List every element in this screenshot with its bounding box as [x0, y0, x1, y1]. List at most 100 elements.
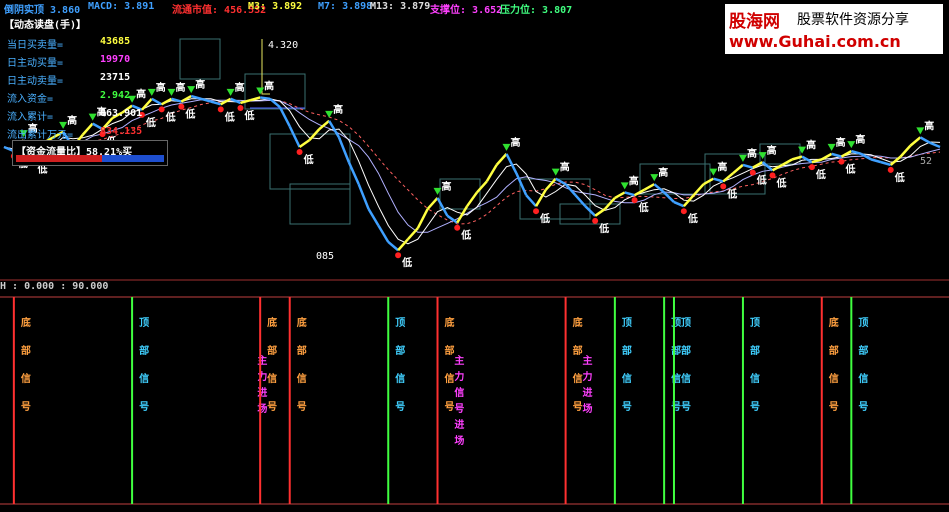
- low-label: 低: [165, 110, 176, 123]
- peak-marker: [650, 174, 659, 182]
- price-segment: [624, 191, 635, 197]
- signal-char: 信: [573, 372, 583, 385]
- trough-marker: [395, 252, 402, 259]
- peak-marker: [847, 141, 856, 149]
- signal-char: 底: [297, 316, 307, 329]
- peak-marker: [620, 182, 629, 190]
- panel-row-value: 23715: [100, 72, 131, 83]
- signal-char: 部: [829, 344, 839, 357]
- signal-char: 信: [395, 372, 405, 385]
- low-label: 低: [815, 168, 826, 181]
- panel-row-value: 19970: [100, 54, 131, 65]
- signal-char: 号: [750, 401, 760, 413]
- signal-char: 进: [454, 418, 464, 431]
- signal-char: 信: [829, 372, 839, 385]
- price-segment: [81, 122, 94, 136]
- price-segment: [713, 177, 724, 183]
- signal-bottom: 底部信号: [288, 297, 307, 504]
- panel-row-label: 日主动卖量=: [7, 76, 64, 87]
- site-logo: 股海网 股票软件资源分享 www.Guhai.com.cn: [725, 4, 943, 54]
- signal-char: 号: [573, 401, 583, 413]
- trough-marker: [808, 164, 815, 171]
- high-label: 高: [235, 81, 245, 94]
- price-segment: [259, 96, 271, 101]
- price-segment: [909, 136, 922, 147]
- signal-top: 顶部信号: [663, 297, 681, 504]
- high-label: 高: [156, 81, 166, 94]
- price-segment: [574, 194, 587, 208]
- signal-char: 号: [395, 401, 405, 413]
- signal-char: 部: [681, 344, 691, 357]
- signal-char: 场: [454, 434, 464, 447]
- signal-char: 顶: [622, 317, 632, 329]
- signal-bottom: 底部信号: [259, 297, 277, 504]
- high-label: 高: [67, 114, 77, 127]
- price-segment: [653, 183, 665, 194]
- signal-char: 力: [454, 370, 464, 383]
- signal-panel[interactable]: 底部信号顶部信号主力进场底部信号底部信号顶部信号底部信号主力信号进场底部信号主力…: [0, 296, 949, 512]
- indicator-item: MACD: 3.891: [88, 1, 154, 12]
- high-label: 高: [836, 136, 846, 149]
- signal-top: 顶部信号: [850, 297, 868, 504]
- panel-row-value: 43685: [100, 36, 131, 47]
- low-label: 低: [303, 153, 314, 166]
- signal-entry: 主力进场: [582, 354, 592, 415]
- signal-char: 号: [829, 401, 839, 413]
- high-label: 高: [333, 103, 343, 116]
- price-segment: [732, 163, 744, 175]
- signal-char: 部: [858, 344, 868, 357]
- signal-top: 顶部信号: [741, 297, 760, 504]
- signal-char: 号: [681, 401, 691, 413]
- signal-bottom: 底部信号: [12, 297, 31, 504]
- signal-char: 号: [671, 401, 681, 413]
- trough-marker: [296, 149, 303, 155]
- low-label: 低: [401, 256, 412, 269]
- peak-marker: [187, 86, 196, 94]
- price-segment: [288, 125, 301, 148]
- low-label: 低: [539, 212, 550, 225]
- price-segment: [929, 141, 941, 149]
- price-segment: [151, 97, 163, 106]
- low-price-label: 085: [316, 251, 334, 262]
- signal-top: 顶部信号: [387, 297, 405, 504]
- indicator-item: M13: 3.879: [370, 1, 430, 12]
- signal-char: 主: [454, 354, 464, 367]
- peak-marker: [88, 113, 97, 121]
- signal-char: 场: [257, 402, 267, 415]
- peak-marker: [325, 110, 334, 118]
- price-segment: [919, 136, 931, 144]
- logo-tagline: 股票软件资源分享: [797, 12, 909, 28]
- signal-char: 顶: [750, 317, 760, 329]
- signal-char: 底: [21, 316, 31, 329]
- trough-marker: [887, 166, 894, 173]
- peak-marker: [798, 146, 807, 154]
- price-segment: [722, 172, 734, 183]
- price-segment: [407, 227, 419, 241]
- signal-char: 部: [395, 344, 405, 357]
- indicator-value: 3.891: [118, 1, 155, 12]
- signal-char: 部: [21, 344, 31, 357]
- signal-char: 号: [454, 403, 464, 415]
- signal-bottom: 底部信号: [820, 297, 839, 504]
- high-label: 高: [806, 139, 816, 152]
- peak-marker: [827, 143, 836, 151]
- peak-marker: [502, 143, 511, 151]
- price-segment: [337, 136, 351, 163]
- peak-marker: [709, 168, 718, 176]
- signal-char: 力: [582, 370, 592, 383]
- range-box: [179, 38, 221, 80]
- signal-char: 信: [671, 372, 681, 385]
- signal-char: 场: [582, 402, 592, 415]
- signal-char: 信: [297, 372, 307, 385]
- peak-marker: [551, 168, 560, 176]
- price-segment: [466, 191, 478, 207]
- signal-char: 部: [750, 344, 760, 357]
- signal-char: 号: [858, 401, 868, 413]
- price-segment: [387, 241, 399, 252]
- sub-indicator-legend: H : 0.000 : 90.000: [0, 281, 109, 292]
- range-box: [289, 183, 351, 225]
- panel-row-label: 流入累计=: [7, 112, 54, 123]
- price-segment: [525, 194, 537, 208]
- low-label: 低: [894, 171, 905, 184]
- price-segment: [643, 183, 655, 191]
